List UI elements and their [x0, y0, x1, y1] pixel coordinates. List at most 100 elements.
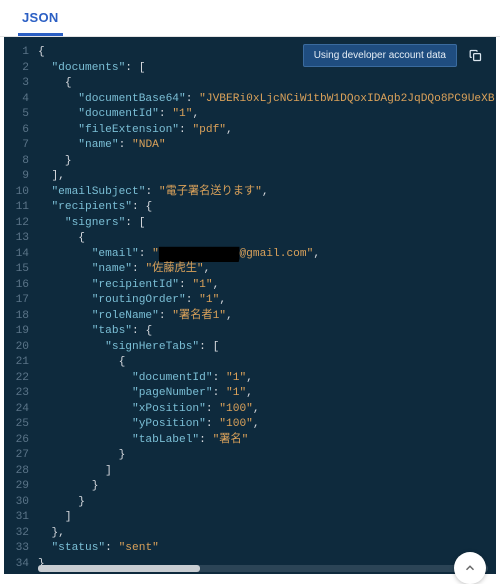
line-content: "name": "NDA" [38, 138, 496, 154]
line-content: ] [38, 510, 496, 526]
line-number: 9 [4, 169, 38, 185]
line-content: "recipients": { [38, 200, 496, 216]
code-line: 22 "documentId": "1", [4, 371, 496, 387]
line-content: "roleName": "署名者1", [38, 309, 496, 325]
code-line: 19 "tabs": { [4, 324, 496, 340]
line-number: 4 [4, 92, 38, 108]
line-content: "documentId": "1", [38, 107, 496, 123]
code-line: 5 "documentId": "1", [4, 107, 496, 123]
line-number: 3 [4, 76, 38, 92]
badge-row: Using developer account data [303, 44, 486, 67]
tab-bar: JSON [0, 0, 500, 37]
code-line: 26 "tabLabel": "署名" [4, 433, 496, 449]
line-number: 14 [4, 247, 38, 263]
line-content: "documentId": "1", [38, 371, 496, 387]
code-line: 21 { [4, 355, 496, 371]
line-content: ] [38, 464, 496, 480]
horizontal-scrollbar[interactable] [38, 565, 488, 572]
line-content: "status": "sent" [38, 541, 496, 557]
line-number: 16 [4, 278, 38, 294]
code-line: 23 "pageNumber": "1", [4, 386, 496, 402]
code-line: 32 }, [4, 526, 496, 542]
line-number: 33 [4, 541, 38, 557]
line-content: "email": "████████████@gmail.com", [38, 247, 496, 263]
line-number: 18 [4, 309, 38, 325]
code-line: 7 "name": "NDA" [4, 138, 496, 154]
code-line: 31 ] [4, 510, 496, 526]
line-content: } [38, 154, 496, 170]
horizontal-scrollbar-thumb[interactable] [38, 565, 200, 572]
line-number: 34 [4, 557, 38, 573]
line-content: } [38, 495, 496, 511]
line-number: 27 [4, 448, 38, 464]
line-content: "name": "佐藤虎生", [38, 262, 496, 278]
code-scroll[interactable]: 1{2 "documents": [3 {4 "documentBase64":… [4, 37, 496, 574]
code-line: 18 "roleName": "署名者1", [4, 309, 496, 325]
code-line: 33 "status": "sent" [4, 541, 496, 557]
code-line: 4 "documentBase64": "JVBERi0xLjcNCiW1tbW… [4, 92, 496, 108]
line-content: ], [38, 169, 496, 185]
line-content: "tabs": { [38, 324, 496, 340]
line-content: { [38, 231, 496, 247]
code-line: 29 } [4, 479, 496, 495]
line-number: 15 [4, 262, 38, 278]
code-line: 25 "yPosition": "100", [4, 417, 496, 433]
line-content: "documentBase64": "JVBERi0xLjcNCiW1tbW1D… [38, 92, 496, 108]
line-number: 28 [4, 464, 38, 480]
line-number: 32 [4, 526, 38, 542]
redacted-text: ████████████ [159, 247, 240, 263]
code-line: 14 "email": "████████████@gmail.com", [4, 247, 496, 263]
line-number: 11 [4, 200, 38, 216]
scroll-top-button[interactable] [454, 552, 486, 584]
line-number: 8 [4, 154, 38, 170]
line-number: 7 [4, 138, 38, 154]
line-content: "yPosition": "100", [38, 417, 496, 433]
line-content: "signHereTabs": [ [38, 340, 496, 356]
line-content: } [38, 479, 496, 495]
line-content: } [38, 448, 496, 464]
line-content: "pageNumber": "1", [38, 386, 496, 402]
code-line: 27 } [4, 448, 496, 464]
line-content: }, [38, 526, 496, 542]
line-number: 17 [4, 293, 38, 309]
code-line: 8 } [4, 154, 496, 170]
line-number: 20 [4, 340, 38, 356]
line-content: "fileExtension": "pdf", [38, 123, 496, 139]
line-content: "tabLabel": "署名" [38, 433, 496, 449]
line-content: "signers": [ [38, 216, 496, 232]
code-line: 3 { [4, 76, 496, 92]
line-number: 24 [4, 402, 38, 418]
line-number: 29 [4, 479, 38, 495]
copy-icon [468, 48, 483, 63]
line-content: "recipientId": "1", [38, 278, 496, 294]
dev-account-badge: Using developer account data [303, 44, 457, 67]
copy-button[interactable] [464, 45, 486, 67]
line-number: 2 [4, 61, 38, 77]
code-line: 30 } [4, 495, 496, 511]
chevron-up-icon [463, 561, 477, 575]
line-number: 22 [4, 371, 38, 387]
code-line: 16 "recipientId": "1", [4, 278, 496, 294]
line-number: 10 [4, 185, 38, 201]
json-panel: JSON Using developer account data 1 {2 "d… [0, 0, 500, 574]
line-number: 21 [4, 355, 38, 371]
code-line: 12 "signers": [ [4, 216, 496, 232]
line-number: 30 [4, 495, 38, 511]
line-number: 1 [4, 45, 38, 61]
code-line: 6 "fileExtension": "pdf", [4, 123, 496, 139]
line-content: "emailSubject": "電子署名送ります", [38, 185, 496, 201]
code-line: 9 ], [4, 169, 496, 185]
code-area: Using developer account data 1 {2 "docume… [4, 37, 496, 574]
line-number: 26 [4, 433, 38, 449]
tab-json[interactable]: JSON [18, 0, 63, 36]
line-content: { [38, 355, 496, 371]
code-line: 13 { [4, 231, 496, 247]
line-number: 12 [4, 216, 38, 232]
line-number: 13 [4, 231, 38, 247]
code-line: 17 "routingOrder": "1", [4, 293, 496, 309]
line-content: "xPosition": "100", [38, 402, 496, 418]
line-number: 25 [4, 417, 38, 433]
line-content: "routingOrder": "1", [38, 293, 496, 309]
code-line: 20 "signHereTabs": [ [4, 340, 496, 356]
line-number: 6 [4, 123, 38, 139]
